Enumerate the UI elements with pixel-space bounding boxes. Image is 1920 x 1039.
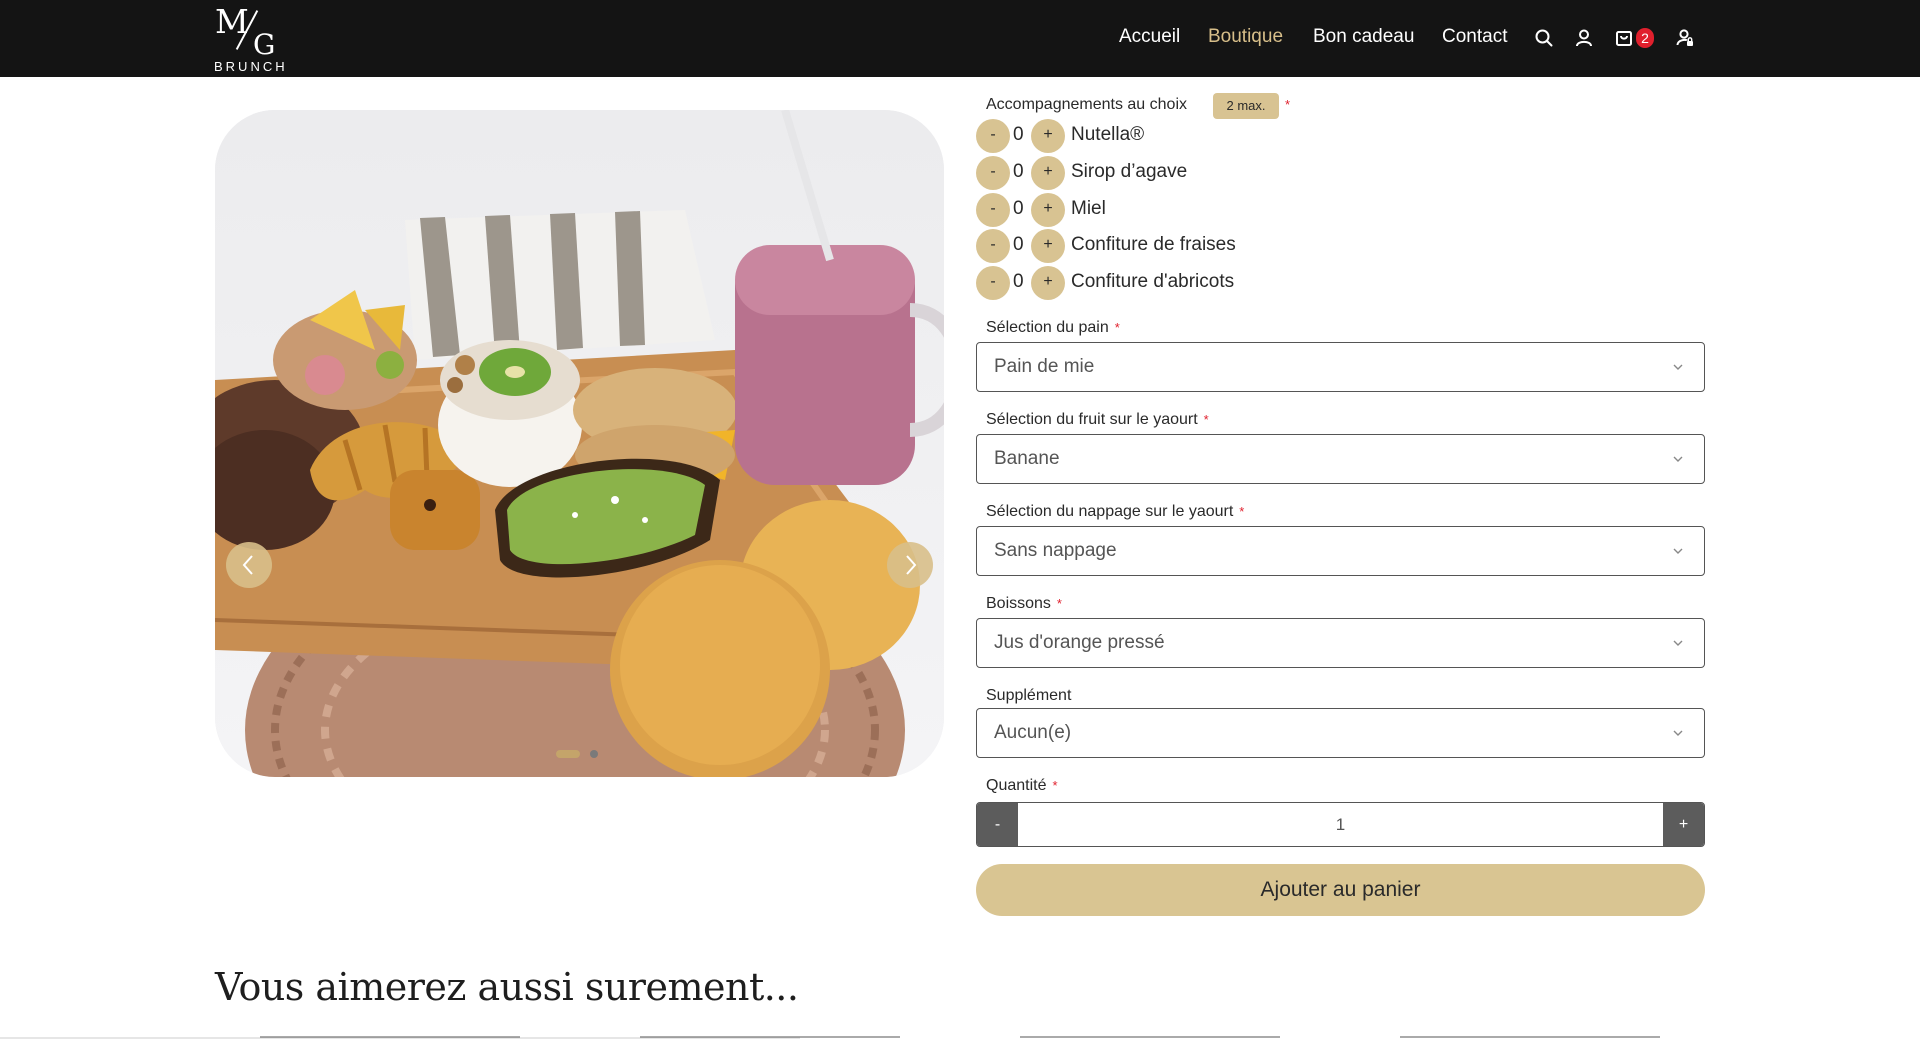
accompaniment-name: Nutella® — [1071, 124, 1145, 145]
decrement-button[interactable]: - — [976, 229, 1010, 263]
gallery-dot[interactable] — [590, 750, 598, 758]
supplement-label: Supplément — [986, 687, 1072, 704]
required-mark: * — [1056, 596, 1062, 611]
cart-icon[interactable] — [1613, 27, 1635, 49]
chevron-down-icon — [1673, 548, 1683, 554]
boissons-select[interactable]: Jus d'orange pressé — [976, 618, 1705, 668]
supplement-select-value: Aucun(e) — [994, 722, 1072, 743]
accompaniment-qty: 0 — [1013, 234, 1024, 255]
increment-button[interactable]: + — [1031, 119, 1065, 153]
cart-count-badge: 2 — [1636, 28, 1654, 48]
user-icon[interactable] — [1573, 27, 1595, 49]
accompaniments-label: Accompagnements au choix — [986, 96, 1187, 113]
accompaniment-name: Miel — [1071, 198, 1106, 219]
logo-g: G — [253, 28, 276, 61]
decrement-button[interactable]: - — [976, 156, 1010, 190]
add-to-cart-button[interactable]: Ajouter au panier — [976, 864, 1705, 916]
accompaniment-name: Confiture de fraises — [1071, 234, 1236, 255]
nappage-select[interactable]: Sans nappage — [976, 526, 1705, 576]
account-lock-icon[interactable] — [1674, 27, 1696, 49]
decrement-button[interactable]: - — [976, 266, 1010, 300]
gallery-next-button[interactable] — [887, 542, 933, 588]
fruit-label: Sélection du fruit sur le yaourt * — [986, 411, 1209, 429]
chevron-left-icon — [242, 555, 253, 575]
decrement-button[interactable]: - — [976, 119, 1010, 153]
increment-button[interactable]: + — [1031, 193, 1065, 227]
max-badge: 2 max. — [1213, 93, 1279, 119]
chevron-down-icon — [1673, 456, 1683, 462]
increment-button[interactable]: + — [1031, 156, 1065, 190]
chevron-down-icon — [1673, 364, 1683, 370]
product-gallery[interactable] — [215, 110, 944, 777]
site-header: M G BRUNCH Accueil Boutique Bon cadeau C… — [0, 0, 1920, 77]
chevron-down-icon — [1673, 730, 1683, 736]
required-mark: * — [1239, 504, 1245, 519]
accompaniment-qty: 0 — [1013, 124, 1024, 145]
accompaniment-qty: 0 — [1013, 271, 1024, 292]
quantity-label-text: Quantité — [986, 777, 1047, 794]
chevron-right-icon — [906, 555, 917, 575]
nappage-select-value: Sans nappage — [994, 540, 1117, 561]
nav-bon-cadeau[interactable]: Bon cadeau — [1313, 26, 1414, 48]
quantity-stepper: - 1 + — [976, 802, 1705, 847]
nappage-label-text: Sélection du nappage sur le yaourt — [986, 503, 1234, 520]
required-mark: * — [1203, 412, 1209, 427]
nappage-label: Sélection du nappage sur le yaourt * — [986, 503, 1244, 521]
logo-subtitle: BRUNCH — [214, 59, 288, 74]
product-photo — [215, 110, 944, 777]
chevron-down-icon — [1673, 640, 1683, 646]
accompaniment-qty: 0 — [1013, 198, 1024, 219]
accompaniment-name: Sirop d’agave — [1071, 161, 1188, 182]
boissons-label: Boissons * — [986, 595, 1062, 613]
pain-select[interactable]: Pain de mie — [976, 342, 1705, 392]
accompaniment-qty: 0 — [1013, 161, 1024, 182]
nav-accueil[interactable]: Accueil — [1119, 26, 1180, 48]
quantity-increment-button[interactable]: + — [1663, 803, 1704, 846]
quantity-input[interactable]: 1 — [977, 815, 1704, 835]
pain-label-text: Sélection du pain — [986, 319, 1109, 336]
increment-button[interactable]: + — [1031, 229, 1065, 263]
fruit-label-text: Sélection du fruit sur le yaourt — [986, 411, 1198, 428]
supplement-select[interactable]: Aucun(e) — [976, 708, 1705, 758]
related-products-title: Vous aimerez aussi surement... — [215, 965, 799, 1009]
search-icon[interactable] — [1533, 27, 1555, 49]
increment-button[interactable]: + — [1031, 266, 1065, 300]
boissons-select-value: Jus d'orange pressé — [994, 632, 1165, 653]
gallery-dot-active[interactable] — [556, 750, 580, 758]
quantity-label: Quantité * — [986, 777, 1058, 795]
boissons-label-text: Boissons — [986, 595, 1051, 612]
pain-label: Sélection du pain * — [986, 319, 1120, 337]
required-mark: * — [1285, 97, 1291, 112]
fruit-select-value: Banane — [994, 448, 1060, 469]
brand-logo[interactable]: M G BRUNCH — [213, 2, 293, 74]
nav-contact[interactable]: Contact — [1442, 26, 1507, 48]
nav-boutique[interactable]: Boutique — [1208, 26, 1283, 48]
required-mark: * — [1052, 778, 1058, 793]
decrement-button[interactable]: - — [976, 193, 1010, 227]
fruit-select[interactable]: Banane — [976, 434, 1705, 484]
accompaniment-name: Confiture d'abricots — [1071, 271, 1235, 292]
pain-select-value: Pain de mie — [994, 356, 1095, 377]
gallery-prev-button[interactable] — [226, 542, 272, 588]
required-mark: * — [1114, 320, 1120, 335]
